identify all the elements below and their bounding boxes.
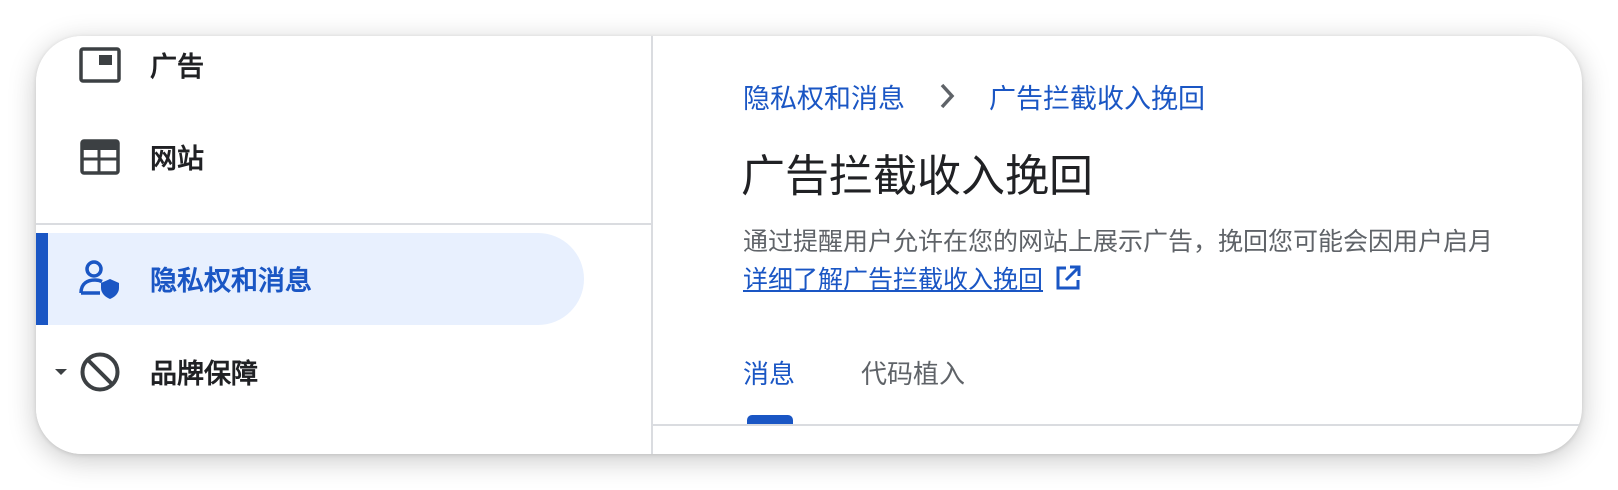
breadcrumb-item-privacy-messaging[interactable]: 隐私权和消息 [743, 77, 905, 116]
web-layout-icon [78, 135, 122, 179]
user-shield-icon [78, 257, 122, 301]
sidebar-item-sites[interactable]: 网站 [36, 111, 604, 203]
sidebar-item-privacy-messaging[interactable]: 隐私权和消息 [36, 233, 584, 325]
sidebar-item-brand-safety[interactable]: 品牌保障 [36, 326, 604, 418]
active-indicator [36, 233, 48, 325]
sidebar-item-label: 品牌保障 [150, 359, 258, 390]
main-content: 隐私权和消息 广告拦截收入挽回 广告拦截收入挽回 通过提醒用户允许在您的网站上展… [653, 36, 1582, 454]
breadcrumb-item-current[interactable]: 广告拦截收入挽回 [989, 77, 1205, 116]
chevron-right-icon [927, 76, 967, 116]
sidebar: 广告 网站 隐私权和消息 品牌保障 [36, 36, 653, 454]
page-title: 广告拦截收入挽回 [741, 151, 1093, 202]
tabs-divider [653, 424, 1582, 426]
learn-more-link-text[interactable]: 详细了解广告拦截收入挽回 [743, 260, 1043, 296]
sidebar-divider [36, 223, 651, 225]
sidebar-item-label: 广告 [150, 52, 204, 83]
open-in-new-icon [1053, 263, 1083, 293]
breadcrumb: 隐私权和消息 广告拦截收入挽回 [743, 76, 1205, 116]
caret-down-icon[interactable] [54, 365, 68, 379]
tab-messages[interactable]: 消息 [743, 354, 795, 391]
block-icon [78, 350, 122, 394]
page-description: 通过提醒用户允许在您的网站上展示广告，挽回您可能会因用户启月 [743, 227, 1494, 256]
tab-code-integration[interactable]: 代码植入 [861, 354, 965, 391]
sidebar-item-label: 隐私权和消息 [150, 266, 312, 297]
sidebar-item-ads[interactable]: 广告 [36, 36, 604, 111]
ad-unit-icon [78, 43, 122, 87]
learn-more-link[interactable]: 详细了解广告拦截收入挽回 [743, 260, 1083, 296]
tab-bar: 消息 代码植入 [653, 336, 1582, 426]
app-window: 广告 网站 隐私权和消息 品牌保障 隐私权和消息 广告拦截收入挽回 广告拦截收入… [36, 36, 1582, 454]
sidebar-item-label: 网站 [150, 144, 204, 175]
